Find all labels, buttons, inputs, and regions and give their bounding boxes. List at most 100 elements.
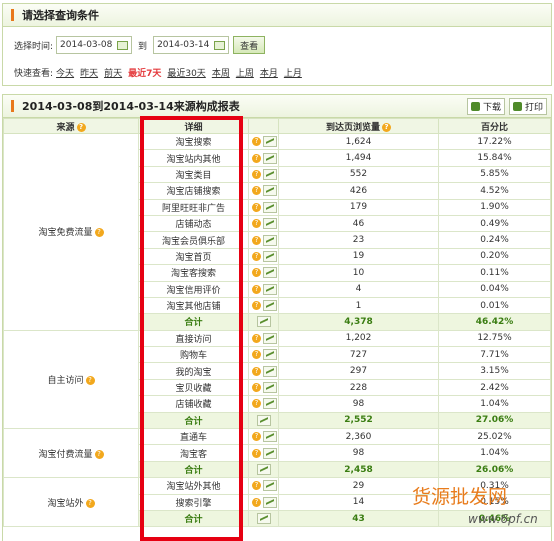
visits-cell: 552 (278, 165, 439, 184)
help-icon[interactable]: ? (252, 497, 261, 507)
quick-link[interactable]: 上周 (236, 66, 254, 79)
trend-chart-icon[interactable] (256, 414, 271, 426)
trend-chart-icon[interactable] (263, 283, 277, 295)
end-date-input[interactable]: 2014-03-14 (153, 36, 230, 54)
help-icon[interactable]: ? (252, 350, 261, 360)
watermark-url: www.6pf.cn (468, 512, 538, 526)
quick-link[interactable]: 今天 (56, 66, 74, 79)
help-icon[interactable]: ? (252, 399, 261, 409)
quick-link[interactable]: 昨天 (80, 66, 98, 79)
print-button[interactable]: 打印 (508, 97, 547, 115)
help-icon[interactable]: ? (382, 122, 391, 132)
detail-cell: 店铺收藏 (138, 395, 249, 413)
total-percent: 46.42% (438, 313, 551, 331)
row-icons: ? (248, 214, 279, 233)
percent-cell: 0.24% (438, 231, 551, 249)
quick-link[interactable]: 上月 (284, 66, 302, 79)
trend-chart-icon[interactable] (263, 349, 277, 361)
trend-chart-icon[interactable] (263, 447, 277, 459)
quick-link[interactable]: 最近7天 (128, 66, 161, 79)
help-icon[interactable]: ? (94, 228, 104, 238)
percent-cell: 12.75% (438, 329, 551, 348)
help-icon[interactable]: ? (252, 219, 261, 229)
report-panel: 2014-03-08到2014-03-14来源构成报表 下载 打印 来源? 详细… (2, 94, 552, 541)
help-icon[interactable]: ? (76, 122, 86, 132)
trend-chart-icon[interactable] (263, 496, 277, 508)
total-percent: 26.06% (438, 460, 551, 479)
help-icon[interactable]: ? (252, 202, 261, 212)
calendar-icon[interactable] (214, 40, 226, 50)
download-button[interactable]: 下载 (466, 97, 505, 115)
start-date-input[interactable]: 2014-03-08 (56, 36, 133, 54)
trend-chart-icon[interactable] (263, 382, 277, 394)
view-button[interactable]: 查看 (233, 36, 266, 54)
header-accent-bar (11, 9, 14, 21)
help-icon[interactable]: ? (252, 383, 261, 393)
detail-cell: 我的淘宝 (138, 362, 249, 380)
help-icon[interactable]: ? (252, 432, 261, 442)
help-icon[interactable]: ? (252, 169, 261, 179)
visits-cell: 297 (278, 362, 439, 380)
trend-chart-icon[interactable] (263, 136, 277, 148)
trend-chart-icon[interactable] (263, 168, 277, 180)
visits-cell: 2,360 (278, 428, 439, 446)
trend-chart-icon[interactable] (256, 316, 271, 328)
trend-chart-icon[interactable] (263, 267, 277, 279)
trend-chart-icon[interactable] (263, 332, 277, 344)
source-table: 来源? 详细 到达页浏览量? 百分比 淘宝免费流量? 淘宝搜索? 1,624 17.2… (3, 118, 551, 528)
trend-chart-icon[interactable] (263, 201, 277, 213)
detail-cell: 淘宝会员俱乐部 (138, 231, 249, 249)
print-icon (512, 101, 522, 111)
quick-link[interactable]: 本周 (212, 66, 230, 79)
percent-cell: 4.52% (438, 182, 551, 200)
trend-chart-icon[interactable] (263, 480, 277, 492)
trend-chart-icon[interactable] (263, 431, 277, 443)
trend-chart-icon[interactable] (263, 234, 277, 246)
trend-chart-icon[interactable] (263, 250, 277, 262)
help-icon[interactable]: ? (252, 448, 261, 458)
row-icons (248, 509, 279, 528)
help-icon[interactable]: ? (252, 251, 261, 261)
detail-cell: 店铺动态 (138, 214, 249, 233)
quick-link[interactable]: 最近30天 (167, 66, 205, 79)
help-icon[interactable]: ? (85, 498, 95, 508)
row-icons: ? (248, 280, 279, 298)
quick-link[interactable]: 前天 (104, 66, 122, 79)
trend-chart-icon[interactable] (263, 218, 277, 230)
percent-cell: 3.15% (438, 362, 551, 380)
trend-chart-icon[interactable] (263, 152, 277, 164)
row-icons: ? (248, 198, 279, 216)
help-icon[interactable]: ? (252, 333, 261, 343)
help-icon[interactable]: ? (252, 235, 261, 245)
source-cell: 淘宝免费流量? (3, 133, 139, 331)
trend-chart-icon[interactable] (263, 365, 277, 377)
help-icon[interactable]: ? (252, 284, 261, 294)
trend-chart-icon[interactable] (263, 185, 277, 197)
help-icon[interactable]: ? (252, 366, 261, 376)
report-title: 2014-03-08到2014-03-14来源构成报表 (22, 100, 240, 113)
download-icon (470, 101, 480, 111)
calendar-icon[interactable] (117, 40, 129, 50)
help-icon[interactable]: ? (252, 268, 261, 278)
quick-links: 今天 昨天 前天 最近7天 最近30天 本周 上周 本月 上月 (56, 66, 308, 79)
visits-cell: 179 (278, 198, 439, 216)
trend-chart-icon[interactable] (263, 398, 277, 410)
source-cell: 自主访问? (3, 329, 139, 430)
trend-chart-icon[interactable] (263, 300, 277, 312)
query-header: 请选择查询条件 (3, 4, 551, 27)
total-label: 合计 (138, 509, 249, 528)
row-icons: ? (248, 329, 279, 348)
source-header: 来源? (3, 118, 139, 134)
help-icon[interactable]: ? (252, 301, 261, 311)
detail-cell: 淘宝类目 (138, 165, 249, 184)
detail-cell: 购物车 (138, 346, 249, 364)
help-icon[interactable]: ? (85, 375, 95, 385)
help-icon[interactable]: ? (252, 153, 261, 163)
help-icon[interactable]: ? (252, 481, 261, 491)
trend-chart-icon[interactable] (256, 513, 271, 525)
help-icon[interactable]: ? (252, 137, 261, 147)
quick-link[interactable]: 本月 (260, 66, 278, 79)
trend-chart-icon[interactable] (256, 464, 271, 475)
help-icon[interactable]: ? (94, 449, 104, 459)
help-icon[interactable]: ? (252, 186, 261, 196)
